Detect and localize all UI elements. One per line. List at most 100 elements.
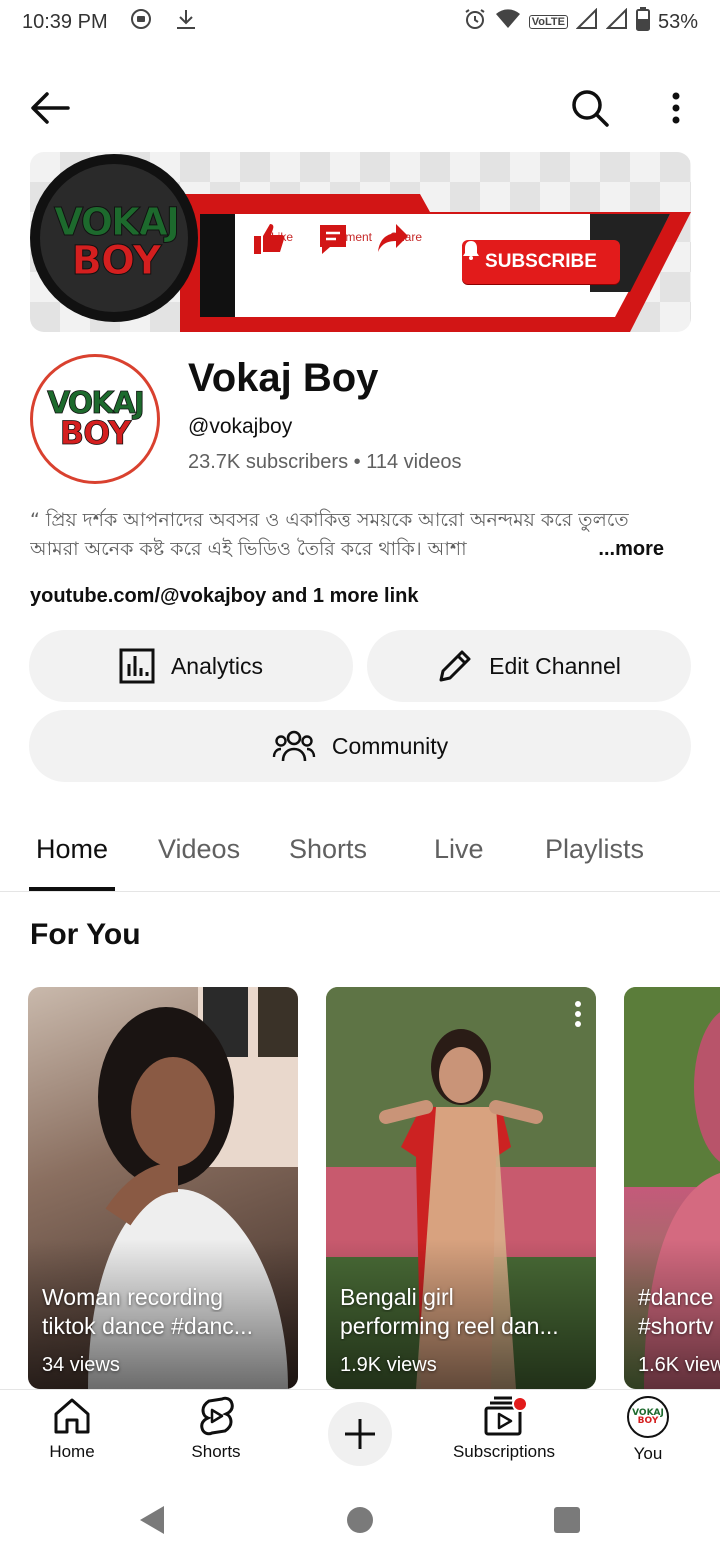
- video-count: 114 videos: [366, 451, 462, 473]
- section-title: For You: [30, 918, 141, 951]
- short-title-line1: Bengali girl: [340, 1284, 454, 1310]
- banner-action-icons: Like Comment Share: [252, 222, 432, 312]
- channel-link[interactable]: youtube.com/@vokajboy: [30, 585, 266, 607]
- create-button[interactable]: [328, 1402, 392, 1466]
- status-bar: 10:39 PM VoLTE 53%: [0, 0, 720, 44]
- system-navigation-bar: [0, 1480, 720, 1560]
- nav-shorts-label: Shorts: [191, 1442, 241, 1461]
- bottom-navigation: Home Shorts Subscriptions VOKAJ BOY You: [0, 1389, 720, 1479]
- short-title-line2: performing reel dan...: [340, 1313, 559, 1339]
- short-views: 34 views: [42, 1354, 120, 1376]
- you-avatar: VOKAJ BOY: [627, 1396, 669, 1438]
- channel-handle: @vokajboy: [188, 415, 293, 438]
- tab-videos[interactable]: Videos: [158, 834, 240, 865]
- short-title: Woman recording tiktok dance #danc...: [42, 1283, 286, 1341]
- short-title-line1: Woman recording: [42, 1284, 224, 1310]
- download-icon: [174, 7, 198, 37]
- nav-you-label: You: [633, 1444, 663, 1463]
- nav-subscriptions[interactable]: Subscriptions: [444, 1396, 564, 1476]
- share-arrow-icon: [378, 224, 408, 252]
- channel-banner: VOKAJ BOY Like Comment Share SUBSCRIBE: [30, 152, 691, 332]
- active-tab-indicator: [29, 887, 115, 891]
- people-icon: [272, 730, 316, 762]
- description-more-link[interactable]: ...more: [556, 535, 686, 564]
- more-options-button[interactable]: [656, 84, 696, 132]
- short-title-line2: tiktok dance #danc...: [42, 1313, 253, 1339]
- wifi-icon: [495, 8, 521, 36]
- screen-record-icon: [130, 8, 152, 36]
- channel-links[interactable]: youtube.com/@vokajboy and 1 more link: [30, 585, 418, 608]
- thumbs-up-icon: [254, 224, 285, 254]
- square-recents-icon: [554, 1507, 580, 1533]
- banner-share: Share: [376, 222, 436, 252]
- short-views: 1.6K views: [638, 1354, 720, 1376]
- community-label: Community: [331, 732, 449, 759]
- analytics-button[interactable]: Analytics: [29, 630, 353, 702]
- back-button[interactable]: [26, 86, 74, 130]
- short-title-line2: #shortv: [638, 1313, 714, 1339]
- search-button[interactable]: [566, 84, 614, 132]
- alarm-icon: [463, 7, 487, 37]
- short-title-line1: #dance: [638, 1284, 714, 1310]
- banner-logo-line2: BOY: [71, 238, 162, 284]
- tab-home[interactable]: Home: [36, 834, 108, 865]
- short-title: #dance #shortv: [638, 1283, 720, 1341]
- analytics-icon: [119, 648, 155, 684]
- system-recents-button[interactable]: [547, 1502, 587, 1538]
- subscriptions-icon: [484, 1396, 526, 1436]
- channel-name: Vokaj Boy: [188, 356, 379, 400]
- banner-logo: VOKAJ BOY: [34, 152, 198, 332]
- status-time: 10:39 PM: [22, 10, 108, 33]
- short-more-button[interactable]: [574, 1001, 582, 1032]
- tab-playlists[interactable]: Playlists: [545, 834, 644, 865]
- search-icon: [572, 90, 609, 127]
- bell-icon: [463, 241, 479, 260]
- home-icon: [54, 1398, 90, 1434]
- tab-live[interactable]: Live: [434, 834, 484, 865]
- comment-icon: [320, 225, 346, 254]
- banner-logo-line1: VOKAJ: [53, 200, 180, 244]
- signal-icon: [575, 7, 598, 36]
- arrow-left-icon: [31, 92, 70, 124]
- volte-badge: VoLTE: [528, 15, 568, 29]
- more-vertical-icon: [575, 1001, 581, 1027]
- circle-home-icon: [347, 1507, 373, 1533]
- nav-home[interactable]: Home: [12, 1396, 132, 1476]
- tab-shorts[interactable]: Shorts: [289, 834, 367, 865]
- stats-separator: •: [353, 451, 361, 473]
- short-title: Bengali girl performing reel dan...: [340, 1283, 584, 1341]
- shorts-icon: [200, 1396, 234, 1436]
- nav-you[interactable]: VOKAJ BOY You: [588, 1396, 708, 1476]
- top-app-bar: [0, 70, 720, 146]
- pencil-icon: [439, 650, 471, 682]
- system-back-button[interactable]: [132, 1502, 172, 1538]
- community-button[interactable]: Community: [29, 710, 691, 782]
- channel-tabs: Home Videos Shorts Live Playlists: [0, 810, 720, 892]
- edit-channel-button[interactable]: Edit Channel: [367, 630, 691, 702]
- more-vertical-icon: [672, 92, 680, 124]
- analytics-label: Analytics: [170, 652, 264, 679]
- avatar-logo-line2: BOY: [59, 414, 131, 453]
- more-links[interactable]: and 1 more link: [266, 585, 419, 607]
- banner-subscribe-label: SUBSCRIBE: [485, 251, 597, 272]
- nav-subscriptions-label: Subscriptions: [452, 1442, 556, 1461]
- short-card[interactable]: #dance #shortv 1.6K views: [624, 987, 720, 1389]
- you-avatar-line2: BOY: [637, 1416, 659, 1426]
- subscriber-count: 23.7K subscribers: [188, 451, 349, 473]
- short-views: 1.9K views: [340, 1354, 437, 1376]
- banner-comment: Comment: [316, 222, 376, 254]
- triangle-back-icon: [140, 1506, 164, 1534]
- nav-home-label: Home: [49, 1442, 95, 1461]
- banner-subscribe-graphic: SUBSCRIBE: [462, 240, 620, 284]
- signal-icon-2: [605, 7, 628, 36]
- short-card[interactable]: Bengali girl performing reel dan... 1.9K…: [326, 987, 596, 1389]
- channel-avatar[interactable]: VOKAJ BOY: [30, 354, 160, 484]
- channel-stats: 23.7K subscribers • 114 videos: [188, 451, 461, 474]
- system-home-button[interactable]: [340, 1502, 380, 1538]
- banner-like: Like: [252, 222, 312, 254]
- battery-percent: 53%: [657, 10, 698, 33]
- battery-icon: [635, 7, 650, 37]
- edit-channel-label: Edit Channel: [489, 652, 621, 679]
- nav-shorts[interactable]: Shorts: [156, 1396, 276, 1476]
- short-card[interactable]: Woman recording tiktok dance #danc... 34…: [28, 987, 298, 1389]
